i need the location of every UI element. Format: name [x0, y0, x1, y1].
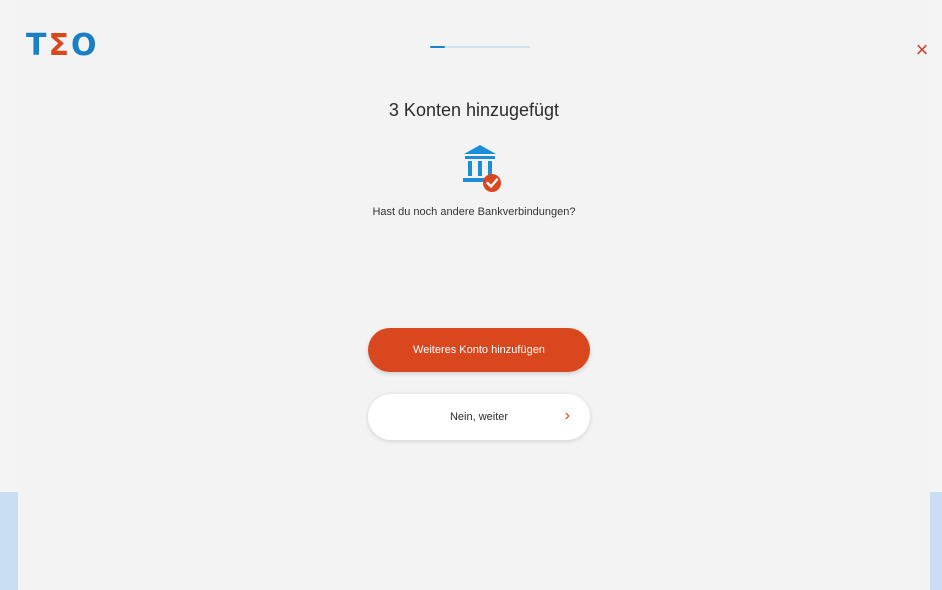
close-icon: × [915, 37, 929, 62]
continue-button-label: Nein, weiter [449, 411, 509, 423]
onboarding-dialog: TΣO × 3 Konten hinzugefügt Hast du noch … [18, 0, 930, 590]
progress-bar [430, 46, 530, 48]
backdrop-right [930, 492, 942, 590]
continue-button[interactable]: Nein, weiter › [368, 394, 590, 440]
backdrop-left [0, 492, 18, 590]
add-account-button[interactable]: Weiteres Konto hinzufügen [368, 328, 590, 372]
page-title: 3 Konten hinzugefügt [388, 100, 560, 120]
progress-bar-fill [430, 46, 445, 48]
logo-letter: Σ [48, 28, 69, 63]
close-button[interactable]: × [912, 36, 932, 64]
logo-letter: O [70, 28, 97, 63]
logo-letter: T [26, 28, 47, 63]
chevron-right-icon: › [564, 407, 570, 424]
teo-logo: TΣO [26, 30, 96, 62]
bank-question-text: Hast du noch andere Bankverbindungen? [372, 206, 576, 218]
bank-check-icon [463, 145, 501, 192]
